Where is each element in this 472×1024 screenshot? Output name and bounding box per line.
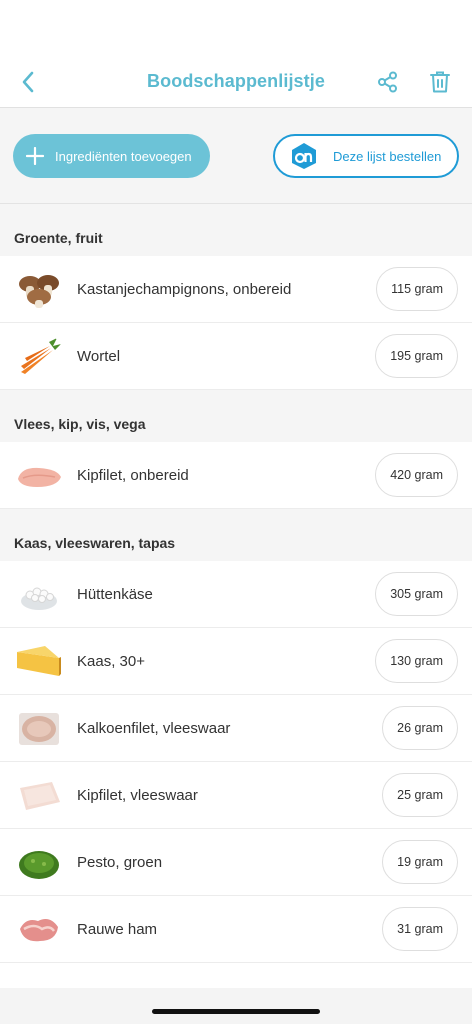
item-quantity[interactable]: 31 gram <box>382 907 458 951</box>
trash-icon <box>430 71 450 93</box>
item-name: Rauwe ham <box>77 920 158 938</box>
app-header: Boodschappenlijstje <box>0 56 472 108</box>
share-icon <box>378 71 397 93</box>
list-item[interactable]: Rauwe ham 31 gram <box>0 896 472 963</box>
item-quantity[interactable]: 195 gram <box>375 334 458 378</box>
list-item[interactable]: Pesto, groen 19 gram <box>0 829 472 896</box>
share-button[interactable] <box>374 68 402 96</box>
chevron-left-icon <box>22 71 34 93</box>
order-list-label: Deze lijst bestellen <box>333 148 442 164</box>
list-item[interactable]: Kalkoenfilet, vleeswaar 26 gram <box>0 695 472 762</box>
cottage-cheese-icon <box>14 570 64 620</box>
chicken-slice-icon <box>14 771 64 821</box>
chicken-fillet-icon <box>14 451 64 501</box>
item-name: Kipfilet, onbereid <box>77 466 189 484</box>
page-title: Boodschappenlijstje <box>147 71 325 91</box>
item-name: Kalkoenfilet, vleeswaar <box>77 719 231 737</box>
item-name: Pesto, groen <box>77 853 163 871</box>
item-quantity[interactable]: 130 gram <box>375 639 458 683</box>
section-header-groente-fruit: Groente, fruit <box>0 204 472 256</box>
mushroom-icon <box>14 265 64 315</box>
item-quantity[interactable]: 19 gram <box>382 840 458 884</box>
plus-icon <box>25 146 45 166</box>
add-ingredients-label: Ingrediënten toevoegen <box>55 148 192 164</box>
item-quantity[interactable]: 25 gram <box>382 773 458 817</box>
item-name: Hüttenkäse <box>77 585 153 603</box>
cheese-icon <box>14 637 64 687</box>
delete-list-button[interactable] <box>426 68 454 96</box>
item-name: Wortel <box>77 347 121 365</box>
pesto-icon <box>14 838 64 888</box>
status-bar <box>0 0 472 56</box>
item-quantity[interactable]: 305 gram <box>375 572 458 616</box>
list-item[interactable]: Kastanjechampignons, onbereid 115 gram <box>0 256 472 323</box>
albert-heijn-logo-icon <box>289 141 319 171</box>
section-header-vlees-kip-vis-vega: Vlees, kip, vis, vega <box>0 390 472 442</box>
home-indicator[interactable] <box>152 1009 320 1014</box>
action-bar: Ingrediënten toevoegen Deze lijst bestel… <box>0 108 472 204</box>
item-quantity[interactable]: 115 gram <box>376 267 458 311</box>
add-ingredients-button[interactable]: Ingrediënten toevoegen <box>13 134 210 178</box>
list-item[interactable]: Hüttenkäse 305 gram <box>0 561 472 628</box>
home-indicator-area <box>0 988 472 1024</box>
list-item[interactable]: Kipfilet, vleeswaar 25 gram <box>0 762 472 829</box>
list-item[interactable]: Kaas, 30+ 130 gram <box>0 628 472 695</box>
section-header-kaas-vleeswaren-tapas: Kaas, vleeswaren, tapas <box>0 509 472 561</box>
item-quantity[interactable]: 26 gram <box>382 706 458 750</box>
item-name: Kaas, 30+ <box>77 652 145 670</box>
order-list-button[interactable]: Deze lijst bestellen <box>273 134 459 178</box>
item-name: Kastanjechampignons, onbereid <box>77 280 292 298</box>
item-name: Kipfilet, vleeswaar <box>77 786 198 804</box>
raw-ham-icon <box>14 905 64 955</box>
item-quantity[interactable]: 420 gram <box>375 453 458 497</box>
turkey-slice-icon <box>14 704 64 754</box>
list-item[interactable]: Kipfilet, onbereid 420 gram <box>0 442 472 509</box>
carrot-icon <box>14 332 64 382</box>
back-button[interactable] <box>14 68 42 96</box>
list-item[interactable]: Wortel 195 gram <box>0 323 472 390</box>
